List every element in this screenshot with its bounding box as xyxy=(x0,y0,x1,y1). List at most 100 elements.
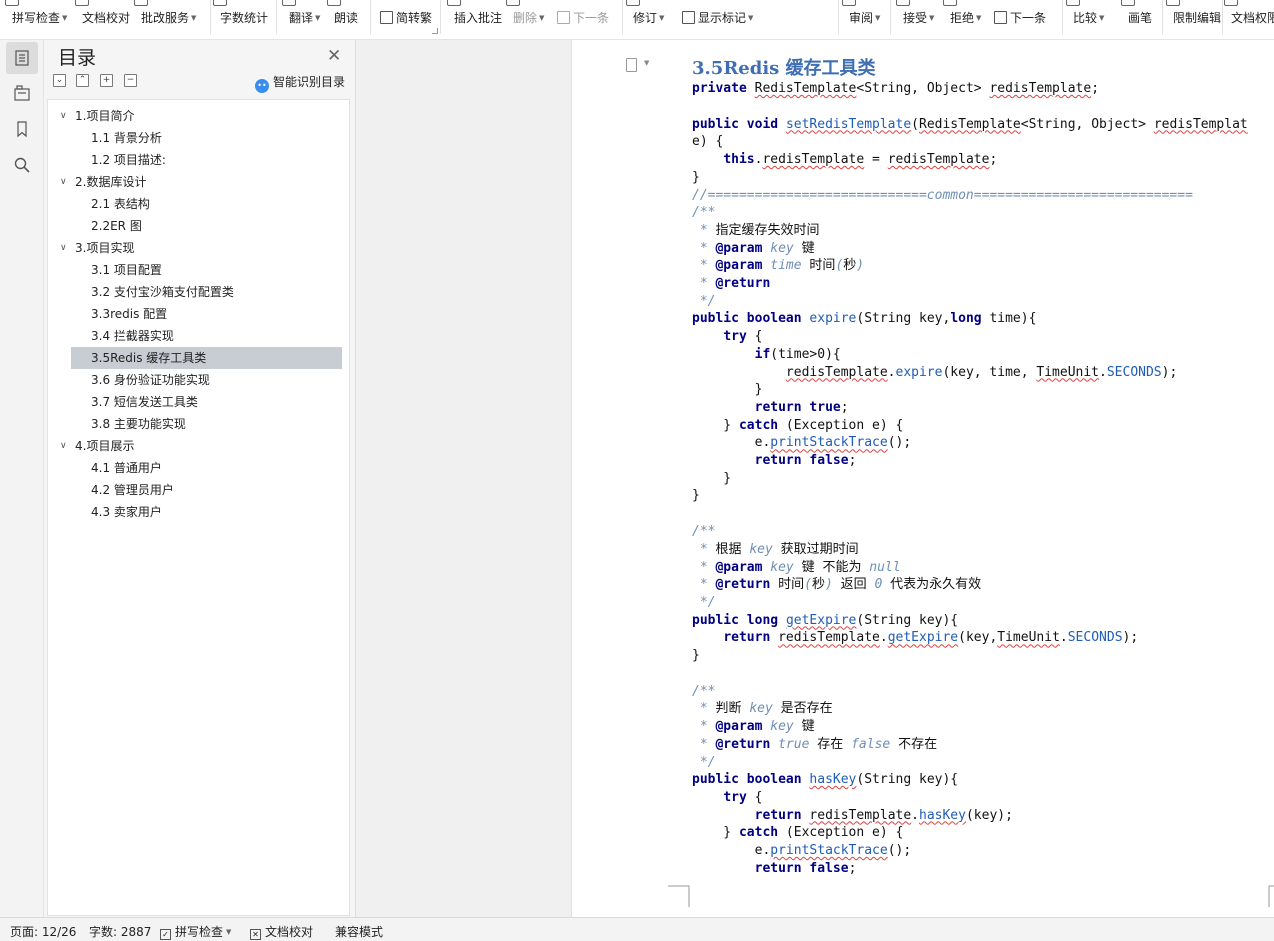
toc-item[interactable]: ∨ 2.数据库设计 xyxy=(48,171,349,193)
document-page[interactable]: ▼ 3.5Redis 缓存工具类 private RedisTemplate<S… xyxy=(572,40,1274,917)
code-line: return redisTemplate.getExpire(key,TimeU… xyxy=(723,630,1139,646)
track-changes-icon xyxy=(626,0,640,6)
toc-item[interactable]: 3.4 拦截器实现 xyxy=(48,325,349,347)
code-line: /** xyxy=(692,683,716,699)
ribbon-button-label: 限制编辑 xyxy=(1173,11,1222,25)
toc-item[interactable]: 1.2 项目描述: xyxy=(48,149,349,171)
proofread-status[interactable]: ✕ 文档校对 xyxy=(250,923,313,940)
chevron-down-icon[interactable]: ∨ xyxy=(60,237,67,259)
toc-item[interactable]: 3.8 主要功能实现 xyxy=(48,413,349,435)
chevron-down-icon[interactable]: ∨ xyxy=(60,435,67,457)
chevron-down-icon: ▼ xyxy=(929,14,935,22)
ribbon-button-label: 下一条 xyxy=(573,11,610,25)
toc-item[interactable]: 2.1 表结构 xyxy=(48,193,349,215)
toc-item[interactable]: 1.1 背景分析 xyxy=(48,127,349,149)
ribbon-button-label: 拒绝 xyxy=(950,11,975,25)
chevron-down-icon: ▼ xyxy=(976,14,982,22)
spellcheck-status[interactable]: ✓ 拼写检查 ▼ xyxy=(160,923,231,940)
code-line: * @param time 时间(秒) xyxy=(692,258,865,274)
toc-item[interactable]: 4.3 卖家用户 xyxy=(48,501,349,523)
toc-item-label: 4.项目展示 xyxy=(75,439,135,453)
toc-list: ∨ 1.项目简介 1.1 背景分析 1.2 项目描述: ∨ 2.数据库设计 2.1 表结构 2… xyxy=(47,99,350,916)
show-markup-icon xyxy=(682,11,695,24)
toc-item[interactable]: 4.1 普通用户 xyxy=(48,457,349,479)
code-line: return redisTemplate.hasKey(key); xyxy=(754,807,1013,823)
collapse-all-icon[interactable]: ⌄ xyxy=(53,74,66,87)
smart-toc-label: 智能识别目录 xyxy=(273,75,346,89)
toc-item[interactable]: ∨ 1.项目简介 xyxy=(48,105,349,127)
code-line: } xyxy=(692,470,732,486)
toc-item[interactable]: 4.2 管理员用户 xyxy=(48,479,349,501)
next-comment-icon xyxy=(557,11,570,24)
code-line: } xyxy=(692,648,700,663)
code-line: */ xyxy=(692,754,716,770)
proofread-status-label: 文档校对 xyxy=(265,925,314,939)
toc-item[interactable]: 3.3redis 配置 xyxy=(48,303,349,325)
accept-icon xyxy=(896,0,910,6)
paragraph-layout-icon[interactable] xyxy=(626,58,637,72)
toc-item[interactable]: ∨ 3.项目实现 xyxy=(48,237,349,259)
toc-item-label: 1.1 背景分析 xyxy=(91,131,162,145)
code-line: * @param key 键 xyxy=(692,719,815,735)
code-line: * 指定缓存失效时间 xyxy=(692,222,820,238)
code-line: e.printStackTrace(); xyxy=(692,435,912,451)
code-line: public long getExpire(String key){ xyxy=(692,612,959,628)
crop-mark-icon xyxy=(668,885,690,907)
toc-panel: 目录 ✕ ⌄ ⌃ + − •• 智能识别目录 ∨ 1.项目简介 1.1 背景分析 1.2… xyxy=(44,40,356,917)
search-icon[interactable] xyxy=(6,149,38,181)
ribbon-button-label: 简转繁 xyxy=(396,11,433,25)
group-launcher-icon[interactable] xyxy=(432,28,438,34)
navigation-icon[interactable] xyxy=(6,77,38,109)
ribbon-button-label: 插入批注 xyxy=(454,11,503,25)
toc-item[interactable]: 3.5Redis 缓存工具类 xyxy=(48,347,349,369)
word-count[interactable]: 字数: 2887 xyxy=(89,923,151,940)
remove-heading-icon[interactable]: − xyxy=(124,74,137,87)
toc-item[interactable]: 3.1 项目配置 xyxy=(48,259,349,281)
chevron-down-icon[interactable]: ▼ xyxy=(644,59,649,67)
expand-up-icon[interactable]: ⌃ xyxy=(76,74,89,87)
smart-toc-button[interactable]: •• 智能识别目录 xyxy=(255,73,345,93)
close-icon[interactable]: ✕ xyxy=(327,46,341,66)
toc-item[interactable]: 2.2ER 图 xyxy=(48,215,349,237)
add-heading-icon[interactable]: + xyxy=(100,74,113,87)
ribbon-button-label: 批改服务 xyxy=(141,11,190,25)
code-line: * 判断 key 是否存在 xyxy=(692,701,833,717)
code-line: public boolean expire(String key,long ti… xyxy=(692,311,1037,327)
page-indicator[interactable]: 页面: 12/26 xyxy=(10,923,76,940)
toc-item-label: 4.1 普通用户 xyxy=(91,461,162,475)
code-line: */ xyxy=(692,293,716,309)
ribbon-button-label: 字数统计 xyxy=(220,11,269,25)
toc-item[interactable]: 3.7 短信发送工具类 xyxy=(48,391,349,413)
toc-item-label: 2.2ER 图 xyxy=(91,219,142,233)
ribbon-separator xyxy=(1162,0,1163,34)
toc-icon[interactable] xyxy=(6,42,38,74)
compare-icon xyxy=(1066,0,1080,6)
toc-item-label: 2.1 表结构 xyxy=(91,197,150,211)
code-line: */ xyxy=(692,594,716,610)
chevron-down-icon[interactable]: ∨ xyxy=(60,105,67,127)
proofread-icon: ✕ xyxy=(250,929,261,940)
code-line: } catch (Exception e) { xyxy=(692,417,904,433)
code-line: /** xyxy=(692,205,716,221)
toc-item-label: 3.7 短信发送工具类 xyxy=(91,395,198,409)
read-aloud-icon xyxy=(327,0,341,6)
ribbon-separator xyxy=(622,0,623,34)
toc-item-label: 1.项目简介 xyxy=(75,109,135,123)
toc-item-label: 3.2 支付宝沙箱支付配置类 xyxy=(91,285,234,299)
ribbon-separator xyxy=(210,0,211,34)
chevron-down-icon[interactable]: ∨ xyxy=(60,171,67,193)
code-line: return true; xyxy=(754,399,849,415)
toc-item-label: 3.1 项目配置 xyxy=(91,263,162,277)
ribbon-button-label: 拼写检查 xyxy=(12,11,61,25)
bookmark-icon[interactable] xyxy=(6,113,38,145)
chevron-down-icon: ▼ xyxy=(191,14,197,22)
toc-item[interactable]: 3.2 支付宝沙箱支付配置类 xyxy=(48,281,349,303)
ribbon-button-label: 翻译 xyxy=(289,11,314,25)
toc-item[interactable]: ∨ 4.项目展示 xyxy=(48,435,349,457)
restrict-editing-icon xyxy=(1166,0,1180,6)
chevron-down-icon: ▼ xyxy=(62,14,68,22)
toc-item[interactable]: 3.6 身份验证功能实现 xyxy=(48,369,349,391)
code-line: } xyxy=(692,169,700,185)
ribbon-button-label: 显示标记 xyxy=(698,11,747,25)
toc-item-label: 3.5Redis 缓存工具类 xyxy=(91,351,207,365)
